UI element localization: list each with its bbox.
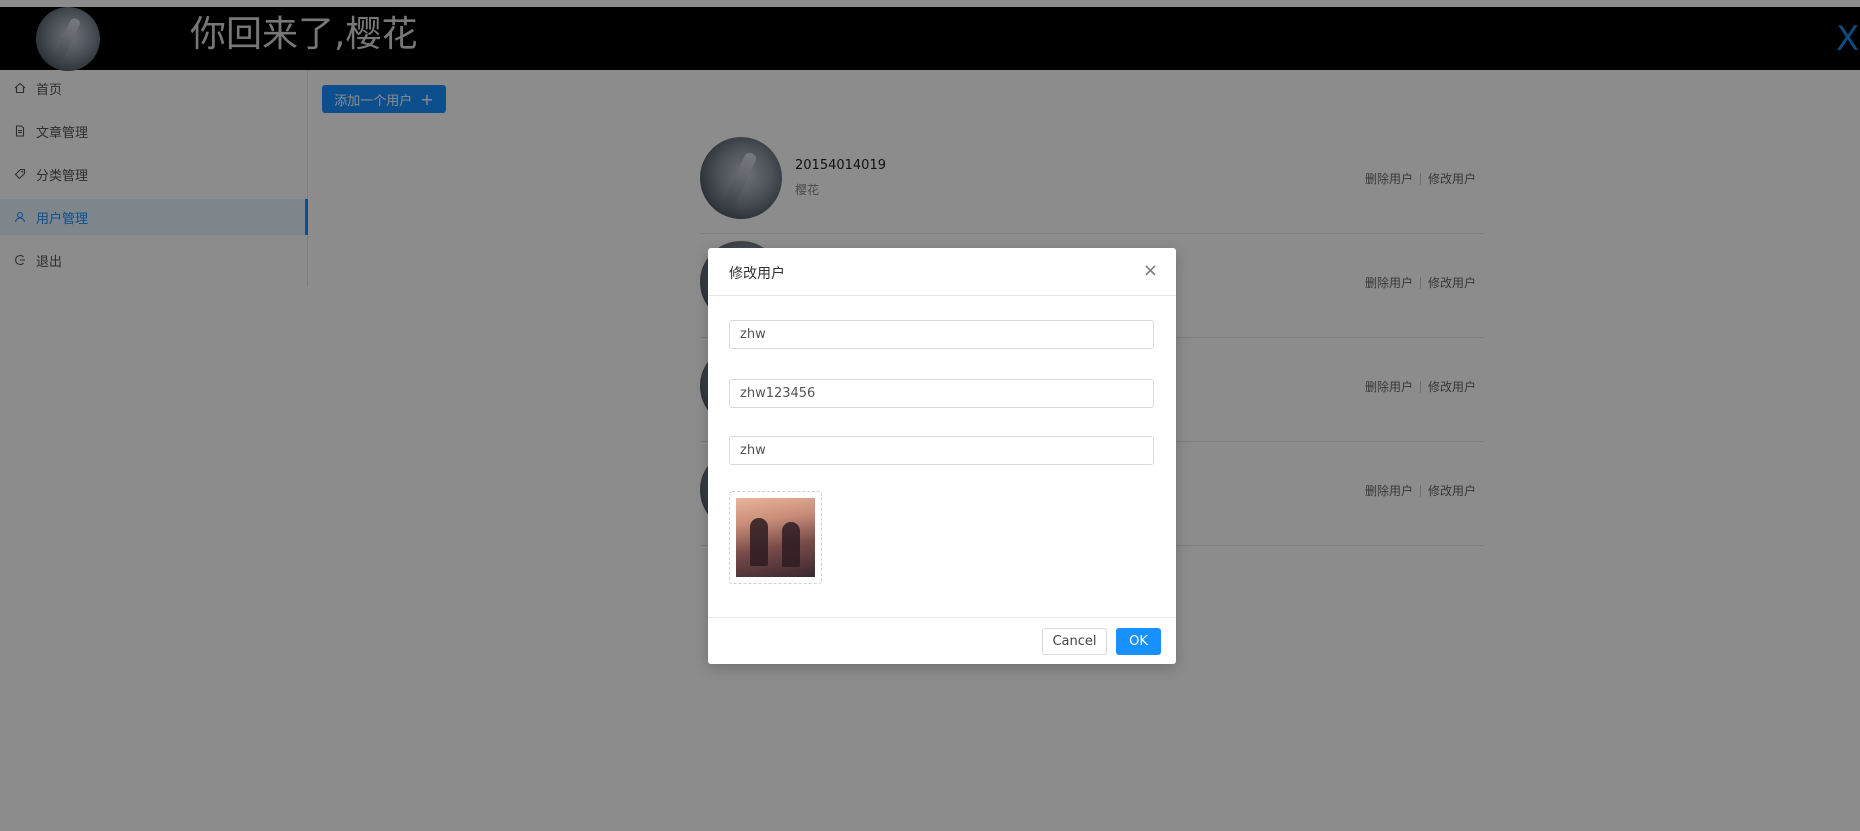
app-root: 你回来了,樱花 X 首页 文章管理 分类管理 用户管理 退出 添加一个用户 + … bbox=[0, 0, 1860, 831]
cancel-button[interactable]: Cancel bbox=[1042, 628, 1107, 655]
close-icon[interactable]: × bbox=[1143, 261, 1158, 281]
modal-footer: Cancel OK bbox=[708, 617, 1176, 664]
modal-header: 修改用户 × bbox=[708, 248, 1176, 296]
password-field[interactable]: zhw123456 bbox=[729, 379, 1154, 408]
account-field[interactable]: zhw bbox=[729, 320, 1154, 349]
ok-button[interactable]: OK bbox=[1116, 628, 1161, 655]
edit-user-modal: 修改用户 × zhw zhw123456 zhw Cancel OK bbox=[708, 248, 1176, 664]
uploaded-image bbox=[736, 498, 815, 577]
modal-title: 修改用户 bbox=[729, 266, 785, 282]
nickname-field[interactable]: zhw bbox=[729, 436, 1154, 465]
avatar-upload[interactable] bbox=[729, 491, 822, 584]
